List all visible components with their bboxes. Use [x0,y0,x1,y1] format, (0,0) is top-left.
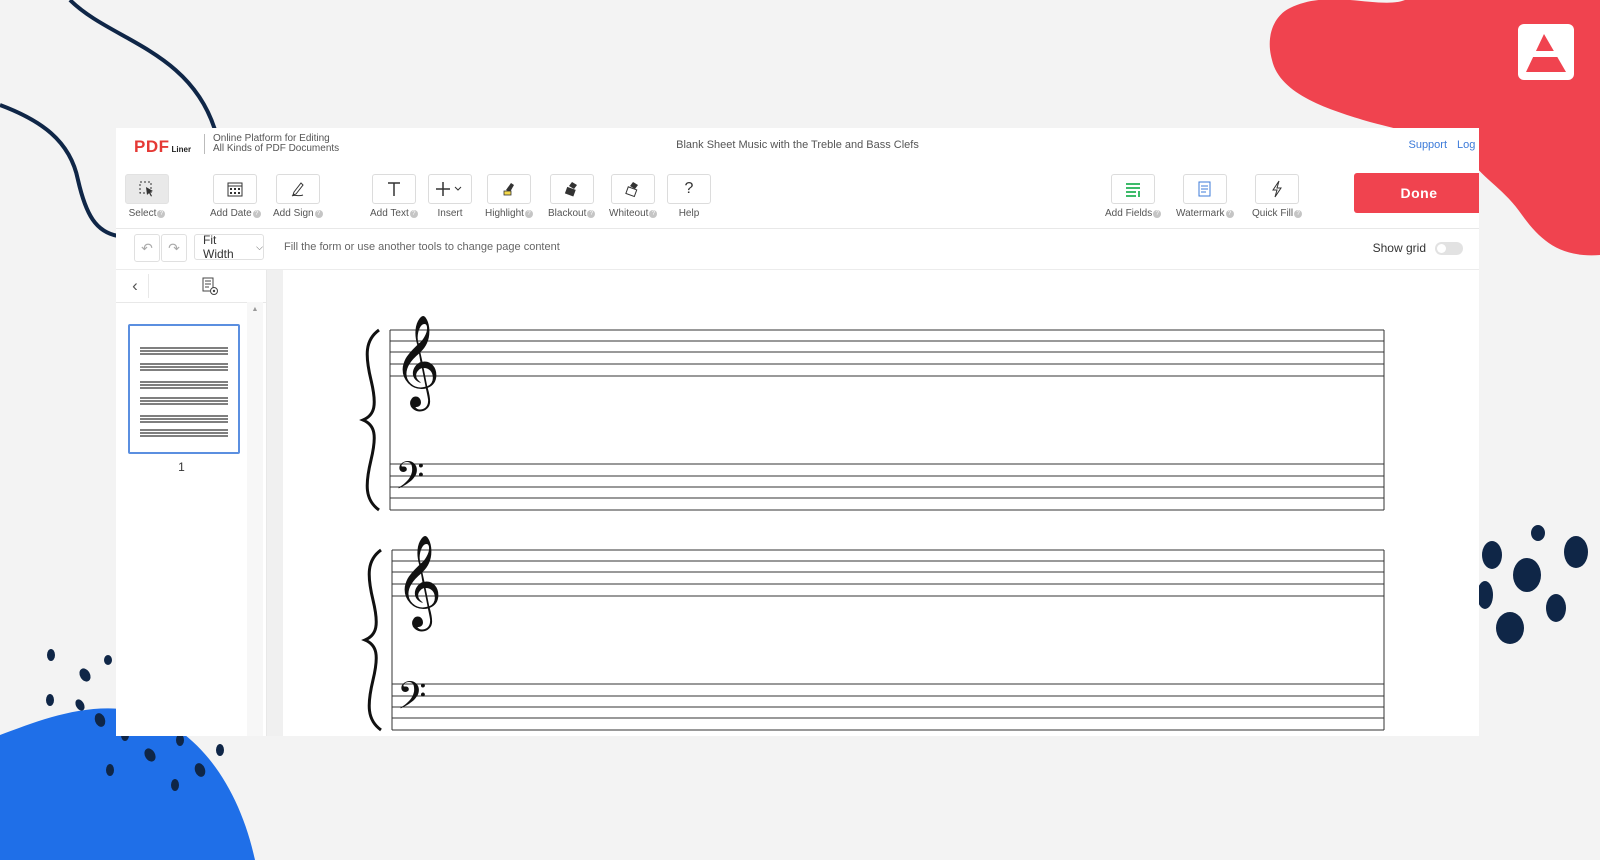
select-help-icon[interactable]: ? [157,209,166,218]
quick-fill-tool[interactable]: Quick Fill? [1252,174,1303,219]
highlight-help-icon[interactable]: ? [524,209,533,218]
toolbar: Select? Add Date? Add Sign? Add Text? In… [116,164,1479,229]
add-sign-help-icon[interactable]: ? [314,209,323,218]
page-settings-button[interactable] [200,276,220,296]
whiteout-brush-icon [611,174,656,204]
redo-icon: ↷ [168,239,180,256]
add-text-tool[interactable]: Add Text? [370,174,418,219]
redo-button[interactable]: ↷ [161,234,187,262]
canvas-gutter [267,270,283,736]
watermark-help-icon[interactable]: ? [1225,209,1234,218]
chevron-left-icon: ‹ [132,276,138,295]
sidebar-scrollbar[interactable]: ▲ [247,302,263,736]
document-title: Blank Sheet Music with the Treble and Ba… [676,139,919,151]
select-label: Select [128,208,157,219]
deco-navy-curve [68,0,217,131]
chevron-down-icon: ⌵ [256,241,263,252]
add-fields-tool[interactable]: Add Fields? [1105,174,1162,219]
insert-label: Insert [437,208,463,219]
sidebar-header: ‹ [116,270,266,303]
help-tool[interactable]: ? Help [667,174,711,219]
page-number: 1 [178,460,185,474]
page-settings-icon [202,277,218,295]
grand-staff-1: 𝄞 𝄢 [359,314,1385,512]
add-fields-help-icon[interactable]: ? [1153,209,1162,218]
show-grid-label: Show grid [1372,241,1426,255]
add-text-label: Add Text [370,208,409,219]
top-links: Support Log in [1408,139,1479,151]
add-fields-label: Add Fields [1105,208,1153,219]
watermark-label: Watermark [1176,208,1225,219]
text-icon [371,174,416,204]
lightning-icon [1255,174,1300,204]
scroll-up-arrow-icon[interactable]: ▲ [247,306,263,313]
document-canvas[interactable]: 𝄞 𝄢 𝄞 𝄢 [283,270,1479,736]
select-icon [125,174,169,204]
done-button[interactable]: Done [1354,173,1479,213]
help-label: Help [678,208,700,219]
pdf-editor-window: PDF Liner Online Platform for Editing Al… [116,128,1479,736]
treble-clef-icon: 𝄞 [393,314,440,411]
highlighter-icon [486,174,531,204]
deco-pdfliner-mark [1518,24,1574,80]
show-grid-toggle[interactable] [1435,241,1463,255]
treble-clef-icon-2: 𝄞 [395,534,442,631]
hint-text: Fill the form or use another tools to ch… [284,241,560,253]
form-fields-icon [1111,174,1156,204]
quick-fill-help-icon[interactable]: ? [1294,209,1303,218]
thumbnail-preview [140,347,228,437]
toggle-knob [1437,243,1446,253]
blackout-help-icon[interactable]: ? [587,209,596,218]
add-date-help-icon[interactable]: ? [252,209,261,218]
select-tool[interactable]: Select? [125,174,169,219]
calendar-icon [213,174,258,204]
quick-fill-label: Quick Fill [1252,208,1294,219]
highlight-tool[interactable]: Highlight? [485,174,533,219]
login-link[interactable]: Log in [1457,139,1479,151]
sheet-music-page: 𝄞 𝄢 𝄞 𝄢 [359,314,1385,732]
blackout-brush-icon [549,174,594,204]
zoom-value: Fit Width [203,233,234,261]
undo-button[interactable]: ↶ [134,234,160,262]
bass-clef-icon-2: 𝄢 [397,673,427,727]
add-text-help-icon[interactable]: ? [409,209,418,218]
brace-2 [361,548,382,732]
brace-1 [359,328,380,512]
blackout-label: Blackout [548,208,587,219]
pages-sidebar: ‹ 1 ▲ [116,270,267,736]
undo-icon: ↶ [141,239,153,256]
show-grid-control: Show grid [1373,241,1463,255]
deco-navy-spots-right [1477,525,1588,644]
add-date-label: Add Date [210,208,252,219]
top-bar: PDF Liner Online Platform for Editing Al… [116,128,1479,164]
deco-navy-curve-left [0,103,119,238]
collapse-sidebar-button[interactable]: ‹ [122,274,149,298]
blackout-tool[interactable]: Blackout? [548,174,596,219]
add-date-tool[interactable]: Add Date? [210,174,261,219]
whiteout-help-icon[interactable]: ? [649,209,658,218]
whiteout-tool[interactable]: Whiteout? [609,174,658,219]
secondary-toolbar: ↶ ↷ Fit Width ⌵ Fill the form or use ano… [116,229,1479,270]
insert-tool[interactable]: Insert [428,174,472,219]
support-link[interactable]: Support [1408,139,1447,151]
add-sign-label: Add Sign [273,208,314,219]
question-mark-icon: ? [667,174,711,204]
plus-icon [428,174,472,204]
watermark-tool[interactable]: Watermark? [1176,174,1234,219]
zoom-select[interactable]: Fit Width ⌵ [194,233,264,261]
watermark-document-icon [1182,174,1227,204]
highlight-label: Highlight [485,208,524,219]
page-thumbnail[interactable] [128,324,240,454]
add-sign-tool[interactable]: Add Sign? [273,174,323,219]
grand-staff-2: 𝄞 𝄢 [361,534,1385,732]
signature-pen-icon [275,174,320,204]
bass-clef-icon: 𝄢 [395,453,425,507]
whiteout-label: Whiteout [609,208,649,219]
